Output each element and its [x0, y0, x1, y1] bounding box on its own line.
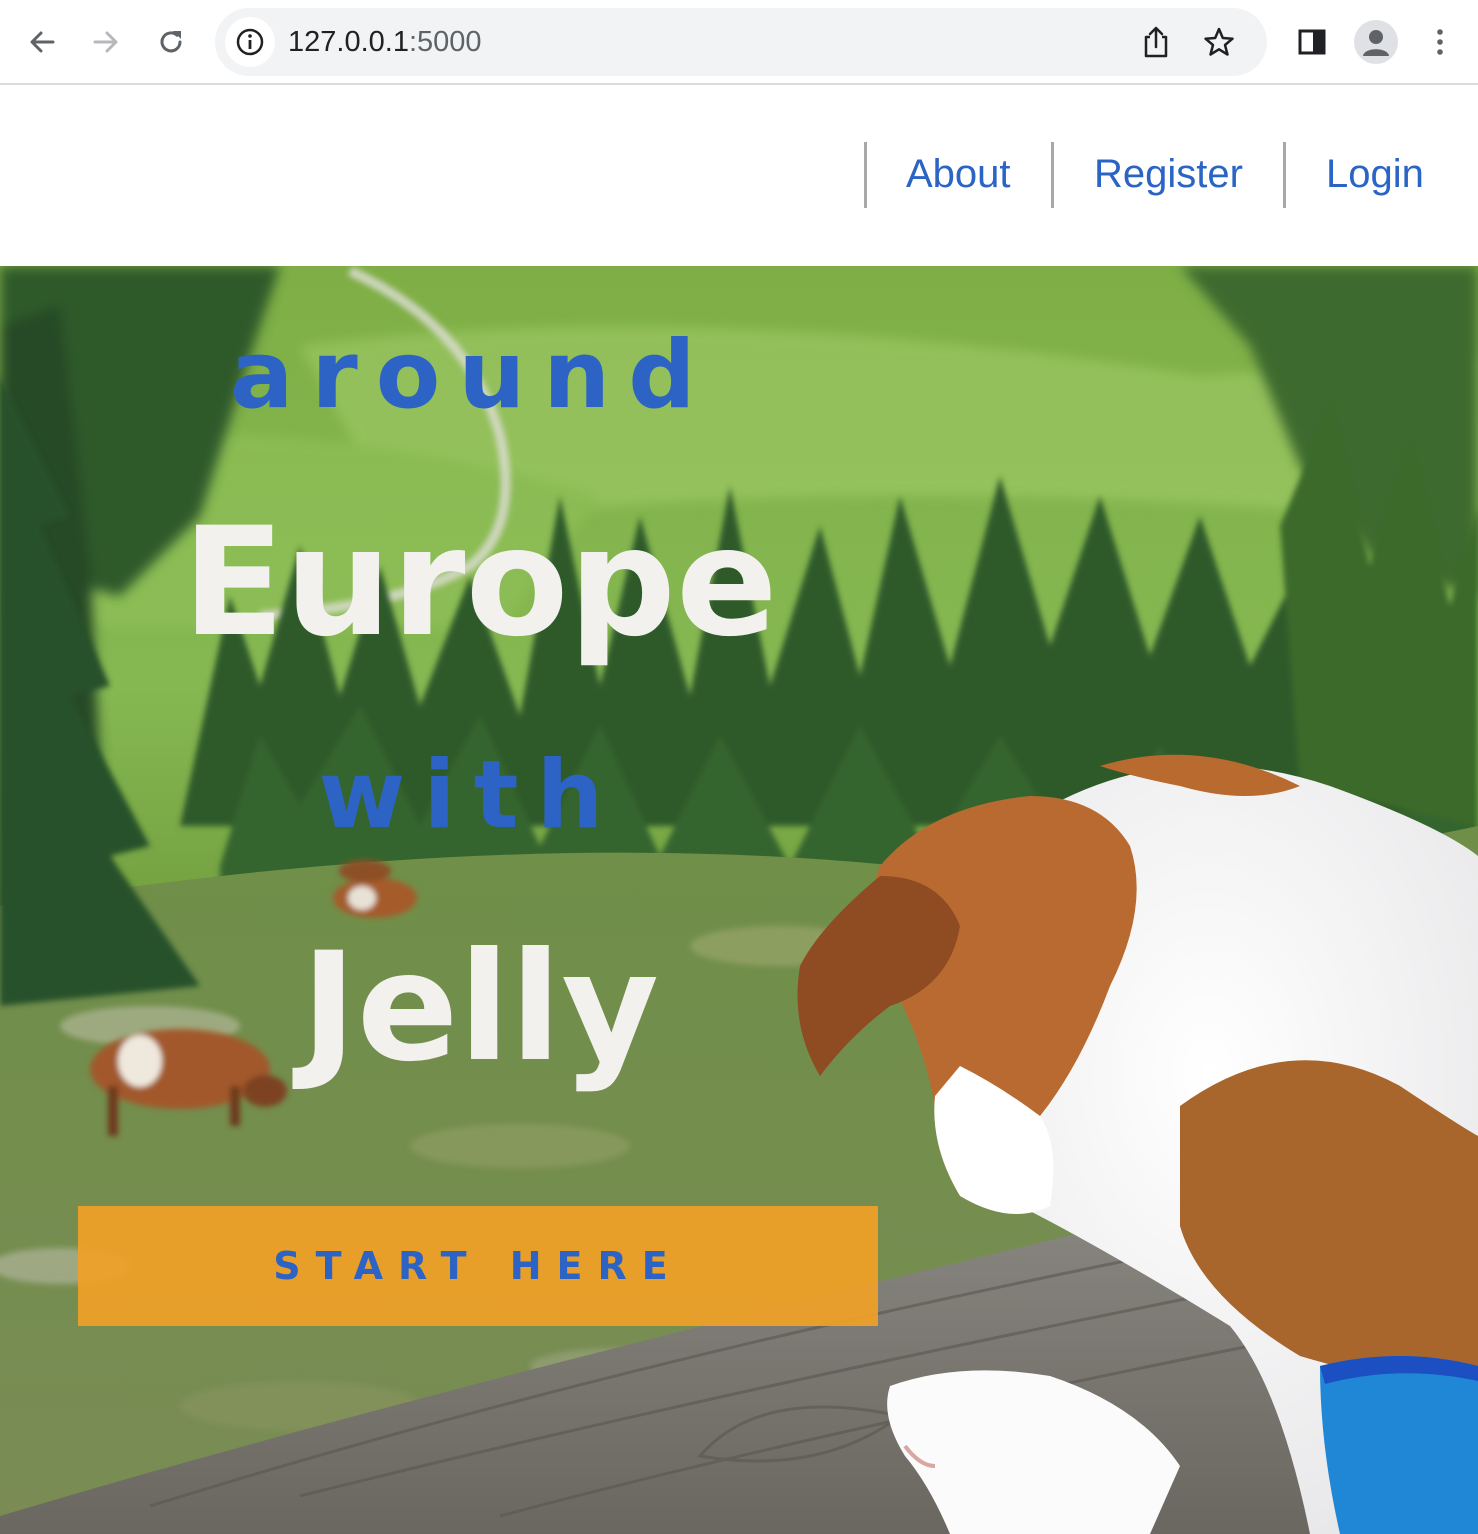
hero-title-europe: Europe	[182, 496, 778, 670]
star-icon	[1204, 27, 1234, 56]
hero-section: around Europe with Jelly START HERE	[0, 266, 1478, 1534]
kebab-menu-icon	[1437, 29, 1443, 55]
url-host: 127.0.0.1	[288, 26, 409, 58]
site-header: About Register Login	[0, 87, 1478, 266]
reload-button[interactable]	[149, 20, 193, 64]
browser-menu-button[interactable]	[1418, 20, 1462, 64]
forward-button[interactable]	[84, 20, 128, 64]
site-info-button[interactable]	[225, 17, 275, 67]
url-text[interactable]: 127.0.0.1:5000	[288, 26, 482, 59]
hero-background-photo	[0, 266, 1478, 1534]
back-button[interactable]	[20, 20, 64, 64]
url-port: :5000	[408, 26, 482, 58]
person-icon	[1363, 30, 1389, 56]
share-icon	[1144, 26, 1168, 58]
arrow-left-icon	[30, 31, 55, 53]
hero-title-around: around	[230, 321, 714, 430]
nav-link-about[interactable]: About	[906, 149, 1011, 199]
info-icon	[236, 28, 264, 56]
arrow-right-icon	[93, 31, 118, 53]
nav-link-login[interactable]: Login	[1326, 149, 1424, 199]
profile-avatar[interactable]	[1354, 20, 1398, 64]
browser-toolbar: 127.0.0.1:5000	[0, 0, 1478, 85]
reload-icon	[160, 31, 182, 53]
nav-divider	[864, 142, 867, 208]
share-button[interactable]	[1134, 20, 1178, 64]
side-panel-button[interactable]	[1290, 20, 1334, 64]
start-here-button[interactable]: START HERE	[78, 1206, 878, 1326]
hero-title-jelly: Jelly	[300, 921, 660, 1095]
nav-divider	[1283, 142, 1286, 208]
hero-title-with: with	[318, 741, 622, 850]
nav-divider	[1051, 142, 1054, 208]
nav-link-register[interactable]: Register	[1094, 149, 1243, 199]
bookmark-button[interactable]	[1197, 20, 1241, 64]
side-panel-icon	[1298, 29, 1326, 55]
address-bar[interactable]: 127.0.0.1:5000	[215, 8, 1267, 76]
